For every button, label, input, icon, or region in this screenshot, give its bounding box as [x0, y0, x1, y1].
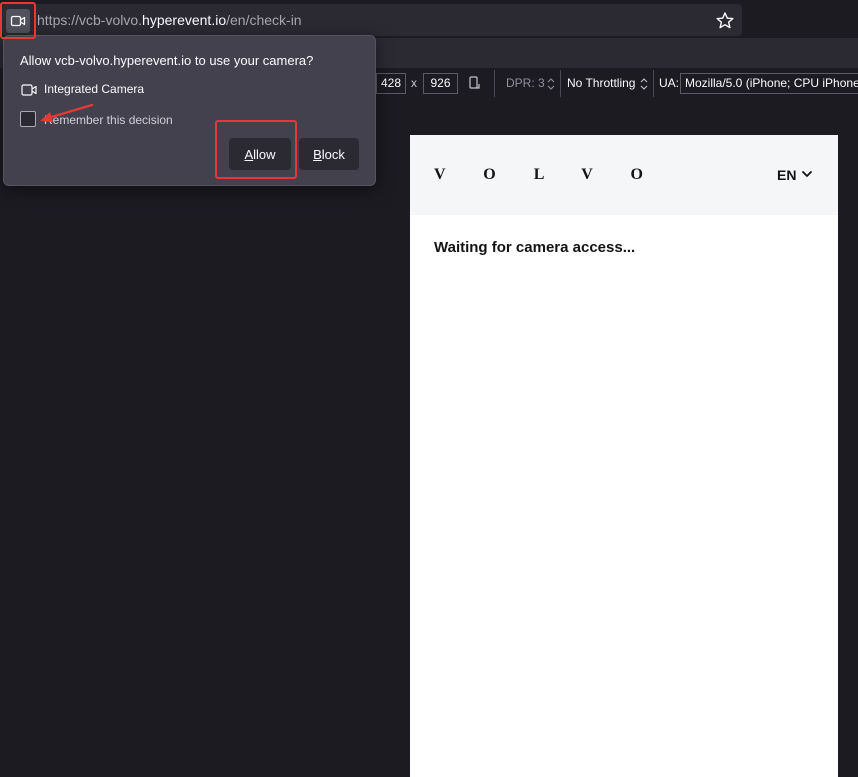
toolbar-divider	[494, 70, 495, 97]
camera-device-label: Integrated Camera	[44, 82, 145, 96]
annotation-arrow-icon	[40, 103, 94, 122]
block-accesskey: B	[313, 146, 322, 162]
highlight-box-allow-button	[215, 120, 297, 179]
toolbar-divider	[560, 70, 561, 97]
url-bar[interactable]: https://vcb-volvo.hyperevent.io/en/check…	[2, 4, 742, 36]
browser-window: https://vcb-volvo.hyperevent.io/en/check…	[0, 0, 858, 777]
mobile-viewport: V O L V O EN Waiting for camera access..…	[410, 135, 838, 777]
bookmark-star-icon[interactable]	[715, 11, 735, 31]
language-selector[interactable]: EN	[777, 165, 796, 185]
url-prefix: https://vcb-volvo.	[37, 12, 143, 28]
ua-label: UA:	[659, 76, 680, 90]
popup-title: Allow vcb-volvo.hyperevent.io to use you…	[20, 53, 314, 68]
url-text[interactable]: https://vcb-volvo.hyperevent.io/en/check…	[37, 4, 302, 36]
toolbar-divider	[653, 70, 654, 97]
dpr-chevron-icon	[547, 78, 555, 90]
chevron-down-icon[interactable]	[802, 170, 812, 178]
rotate-icon[interactable]	[467, 75, 483, 91]
throttling-chevron-icon	[640, 78, 648, 90]
viewport-height-input[interactable]: 926	[423, 73, 458, 94]
browser-toolbar: https://vcb-volvo.hyperevent.io/en/check…	[0, 0, 858, 38]
status-message: Waiting for camera access...	[434, 239, 636, 256]
dimension-separator: x	[411, 76, 417, 90]
url-host: hyperevent.io	[142, 12, 227, 28]
remember-decision-checkbox[interactable]	[20, 111, 36, 127]
block-label: lock	[321, 146, 345, 162]
camera-icon	[21, 84, 37, 96]
highlight-box-camera-button	[0, 2, 36, 39]
throttling-select[interactable]: No Throttling	[567, 73, 635, 94]
url-path: /en/check-in	[226, 12, 302, 28]
viewport-width-input[interactable]: 428	[376, 73, 406, 94]
site-header: V O L V O EN	[410, 135, 838, 215]
block-button[interactable]: Block	[299, 138, 359, 170]
dpr-select[interactable]: DPR: 3	[506, 73, 545, 94]
user-agent-input[interactable]: Mozilla/5.0 (iPhone; CPU iPhone	[680, 73, 858, 94]
volvo-logo[interactable]: V O L V O	[434, 163, 660, 187]
